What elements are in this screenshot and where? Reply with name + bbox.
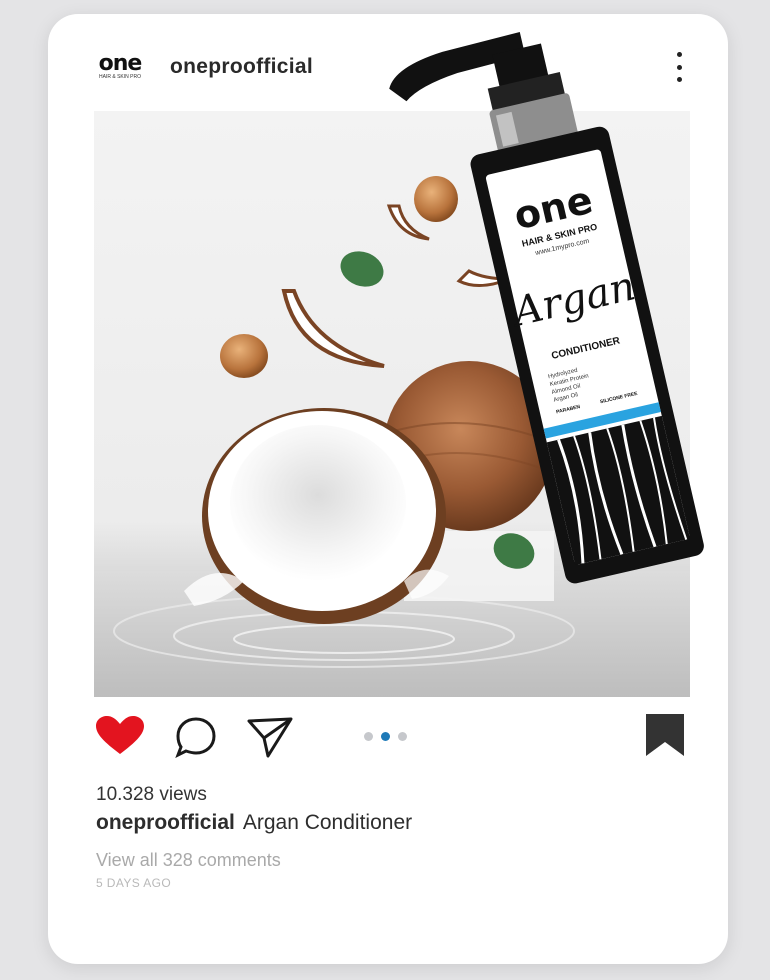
view-count: 10.328 views xyxy=(96,784,207,805)
carousel-dot[interactable] xyxy=(364,732,373,741)
post-card: one HAIR & SKIN PRO oneproofficial one H… xyxy=(48,14,728,964)
carousel-indicator xyxy=(364,732,407,741)
bookmark-icon[interactable] xyxy=(644,712,686,763)
avatar[interactable]: one HAIR & SKIN PRO xyxy=(92,50,148,84)
heart-icon[interactable] xyxy=(96,716,144,761)
comment-icon[interactable] xyxy=(174,716,218,763)
carousel-dot[interactable] xyxy=(398,732,407,741)
caption-text: Argan Conditioner xyxy=(242,811,413,834)
carousel-dot-active[interactable] xyxy=(381,732,390,741)
view-all-comments-link[interactable]: View all 328 comments xyxy=(96,850,281,871)
post-timestamp: 5 DAYS AGO xyxy=(96,876,172,890)
post-header: one HAIR & SKIN PRO oneproofficial xyxy=(92,50,313,84)
avatar-logo-tagline: HAIR & SKIN PRO xyxy=(99,74,141,80)
post-caption: oneproofficial Argan Conditioner xyxy=(96,811,412,835)
post-username[interactable]: oneproofficial xyxy=(170,55,313,79)
share-icon[interactable] xyxy=(246,716,294,765)
avatar-logo-word: one xyxy=(98,51,143,76)
post-actions xyxy=(96,714,686,764)
caption-username[interactable]: oneproofficial xyxy=(96,811,235,834)
